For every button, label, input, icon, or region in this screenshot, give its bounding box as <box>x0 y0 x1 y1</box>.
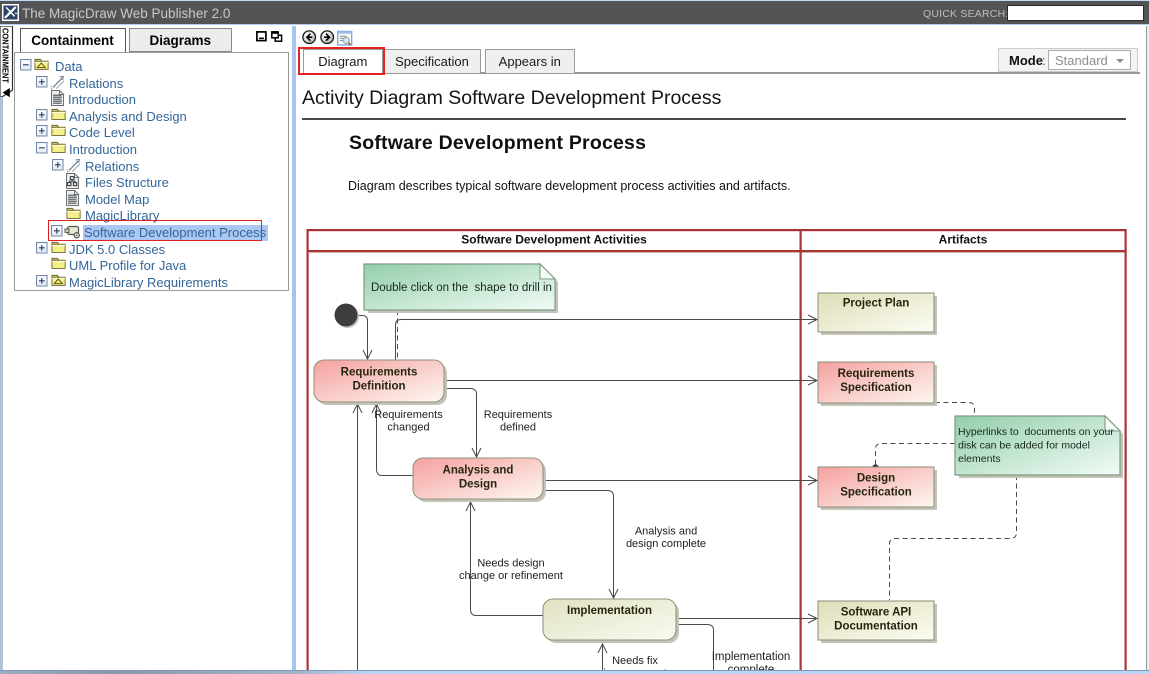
svg-text:Hyperlinks to documents on yo: Hyperlinks to documents on your <box>958 426 1114 438</box>
svg-text:defined: defined <box>500 422 536 434</box>
svg-text:Analysis and: Analysis and <box>635 526 697 538</box>
svg-text:Implementation: Implementation <box>567 605 652 617</box>
svg-text:Specification: Specification <box>840 382 912 394</box>
svg-text:Software API: Software API <box>841 607 912 619</box>
svg-text:Requirements: Requirements <box>838 368 915 380</box>
svg-text:Design: Design <box>459 479 497 491</box>
svg-text:Requirements: Requirements <box>374 409 443 421</box>
svg-text:design complete: design complete <box>626 538 706 550</box>
svg-text:Analysis and: Analysis and <box>443 465 514 477</box>
svg-text:Requirements: Requirements <box>341 367 418 379</box>
svg-text:CONTAINMENT: CONTAINMENT <box>1 28 10 83</box>
svg-text:Requirements: Requirements <box>484 409 553 421</box>
svg-text:Design: Design <box>857 473 895 485</box>
svg-text:Definition: Definition <box>352 381 405 393</box>
svg-text:Software Development Activitie: Software Development Activities <box>461 233 647 247</box>
svg-text:Specification: Specification <box>840 487 912 499</box>
svg-text:Needs fix: Needs fix <box>612 655 658 667</box>
svg-text:Implementation: Implementation <box>712 651 791 663</box>
svg-text:disk can be added for model: disk can be added for model <box>958 440 1090 452</box>
svg-text:changed: changed <box>387 422 429 434</box>
svg-text:Double click on the shape to: Double click on the shape to drill in <box>371 282 552 294</box>
svg-text:Project Plan: Project Plan <box>843 298 909 310</box>
svg-text:Documentation: Documentation <box>834 621 918 633</box>
svg-text:change or refinement: change or refinement <box>459 570 563 582</box>
svg-text:Artifacts: Artifacts <box>939 233 988 247</box>
svg-text:Needs design: Needs design <box>477 558 544 570</box>
svg-text:elements: elements <box>958 453 1001 465</box>
